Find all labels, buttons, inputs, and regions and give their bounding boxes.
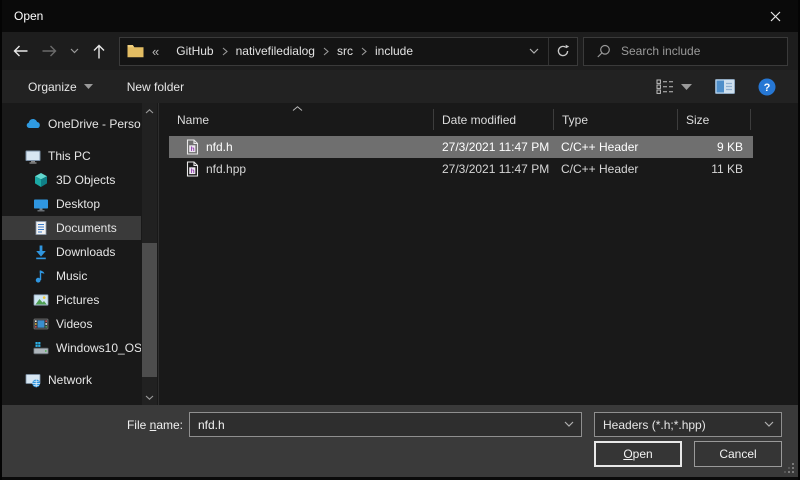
breadcrumb-item-github[interactable]: GitHub [175, 43, 214, 59]
chevron-right-icon [354, 47, 374, 56]
close-icon [770, 11, 781, 22]
picture-icon [33, 292, 49, 308]
file-type-combobox[interactable]: Headers (*.h;*.hpp) [594, 412, 782, 437]
documents-icon [33, 220, 49, 236]
column-header-name[interactable]: Name [159, 109, 434, 130]
svg-text:?: ? [764, 82, 771, 94]
change-view-button[interactable] [654, 77, 694, 96]
file-row-nfd-hpp[interactable]: h nfd.hpp 27/3/2021 11:47 PM C/C++ Heade… [169, 158, 753, 180]
close-button[interactable] [752, 0, 798, 32]
search-icon [596, 44, 611, 59]
file-row-nfd-h[interactable]: h nfd.h 27/3/2021 11:47 PM C/C++ Header … [169, 136, 753, 158]
computer-icon [25, 148, 41, 164]
dialog-content: OneDrive - Persor This PC 3D Objects Des [2, 103, 798, 405]
header-file-icon: h [186, 161, 199, 177]
refresh-button[interactable] [549, 38, 577, 65]
column-header-date-modified[interactable]: Date modified [434, 109, 554, 130]
column-headers: Name Date modified Type Size [159, 106, 798, 133]
sidebar-item-3d-objects[interactable]: 3D Objects [2, 168, 141, 192]
navigation-bar: « GitHub nativefiledialog src include [2, 32, 798, 70]
back-arrow-icon [12, 43, 29, 59]
hard-drive-icon [33, 340, 49, 356]
onedrive-cloud-icon [25, 116, 41, 132]
chevron-right-icon [215, 47, 235, 56]
sidebar-item-this-pc[interactable]: This PC [2, 144, 141, 168]
dropdown-triangle-icon [84, 84, 93, 89]
refresh-icon [556, 44, 570, 58]
recent-locations-button[interactable] [64, 34, 84, 68]
address-dropdown-button[interactable] [520, 38, 548, 65]
breadcrumb-item-include[interactable]: include [374, 43, 414, 59]
sidebar-scrollbar[interactable] [142, 103, 157, 405]
details-view-icon [656, 79, 675, 94]
sidebar-item-pictures[interactable]: Pictures [2, 288, 141, 312]
breadcrumb-item-src[interactable]: src [336, 43, 354, 59]
resize-grip[interactable] [784, 463, 795, 474]
file-name-input[interactable] [190, 418, 557, 432]
file-type-value: Headers (*.h;*.hpp) [603, 418, 706, 432]
help-icon: ? [758, 78, 776, 96]
file-name-label: File name: [127, 418, 183, 432]
svg-text:h: h [191, 168, 195, 175]
sort-ascending-icon [292, 106, 303, 111]
desktop-icon [33, 196, 49, 212]
recent-locations-chevron-icon [70, 48, 79, 54]
back-button[interactable] [6, 34, 35, 68]
chevron-right-icon [316, 47, 336, 56]
sidebar-item-desktop[interactable]: Desktop [2, 192, 141, 216]
3d-cube-icon [33, 172, 49, 188]
sidebar-item-downloads[interactable]: Downloads [2, 240, 141, 264]
sidebar-item-network[interactable]: Network [2, 368, 141, 392]
forward-button[interactable] [35, 34, 64, 68]
search-input[interactable] [621, 44, 771, 58]
column-header-size[interactable]: Size [678, 109, 751, 130]
view-dropdown-chevron-icon [681, 84, 692, 90]
command-toolbar: Organize New folder [2, 70, 798, 103]
up-button[interactable] [84, 34, 113, 68]
download-arrow-icon [33, 244, 49, 260]
help-button[interactable]: ? [756, 76, 778, 98]
breadcrumb-collapsed-indicator[interactable]: « [152, 44, 159, 59]
scrollbar-thumb[interactable] [142, 243, 157, 377]
header-file-icon: h [186, 139, 199, 155]
sidebar-item-onedrive[interactable]: OneDrive - Persor [2, 112, 141, 136]
open-button[interactable]: Open [594, 441, 682, 467]
file-name-combobox[interactable] [189, 412, 582, 437]
svg-text:h: h [191, 146, 195, 153]
sidebar-item-documents[interactable]: Documents [2, 216, 141, 240]
sidebar-item-videos[interactable]: Videos [2, 312, 141, 336]
address-dropdown-chevron-icon [529, 48, 539, 55]
dialog-footer: File name: Headers (*.h;*.hpp) Open Canc… [2, 405, 798, 480]
preview-pane-icon [715, 79, 735, 94]
navigation-pane: OneDrive - Persor This PC 3D Objects Des [2, 103, 159, 405]
music-note-icon [33, 268, 49, 284]
cancel-button[interactable]: Cancel [694, 441, 782, 467]
preview-pane-button[interactable] [713, 77, 737, 96]
open-file-dialog: Open [0, 0, 800, 480]
scroll-up-icon[interactable] [142, 103, 157, 119]
network-icon [25, 372, 41, 388]
organize-button[interactable]: Organize [22, 74, 99, 100]
search-box[interactable] [583, 37, 788, 66]
scroll-down-icon[interactable] [142, 389, 157, 405]
film-icon [33, 316, 49, 332]
up-arrow-icon [91, 43, 107, 60]
sidebar-item-windows10-os[interactable]: Windows10_OS ( [2, 336, 141, 360]
chevron-down-icon[interactable] [557, 421, 581, 428]
file-list: Name Date modified Type Size h [159, 103, 798, 405]
dialog-title: Open [2, 9, 43, 23]
forward-arrow-icon [41, 43, 58, 59]
folder-icon [127, 44, 144, 58]
new-folder-button[interactable]: New folder [121, 74, 190, 100]
column-header-type[interactable]: Type [554, 109, 678, 130]
sidebar-item-music[interactable]: Music [2, 264, 141, 288]
chevron-down-icon[interactable] [757, 421, 781, 428]
address-bar[interactable]: « GitHub nativefiledialog src include [119, 37, 578, 66]
titlebar: Open [2, 0, 798, 32]
breadcrumb-item-nativefiledialog[interactable]: nativefiledialog [235, 43, 316, 59]
